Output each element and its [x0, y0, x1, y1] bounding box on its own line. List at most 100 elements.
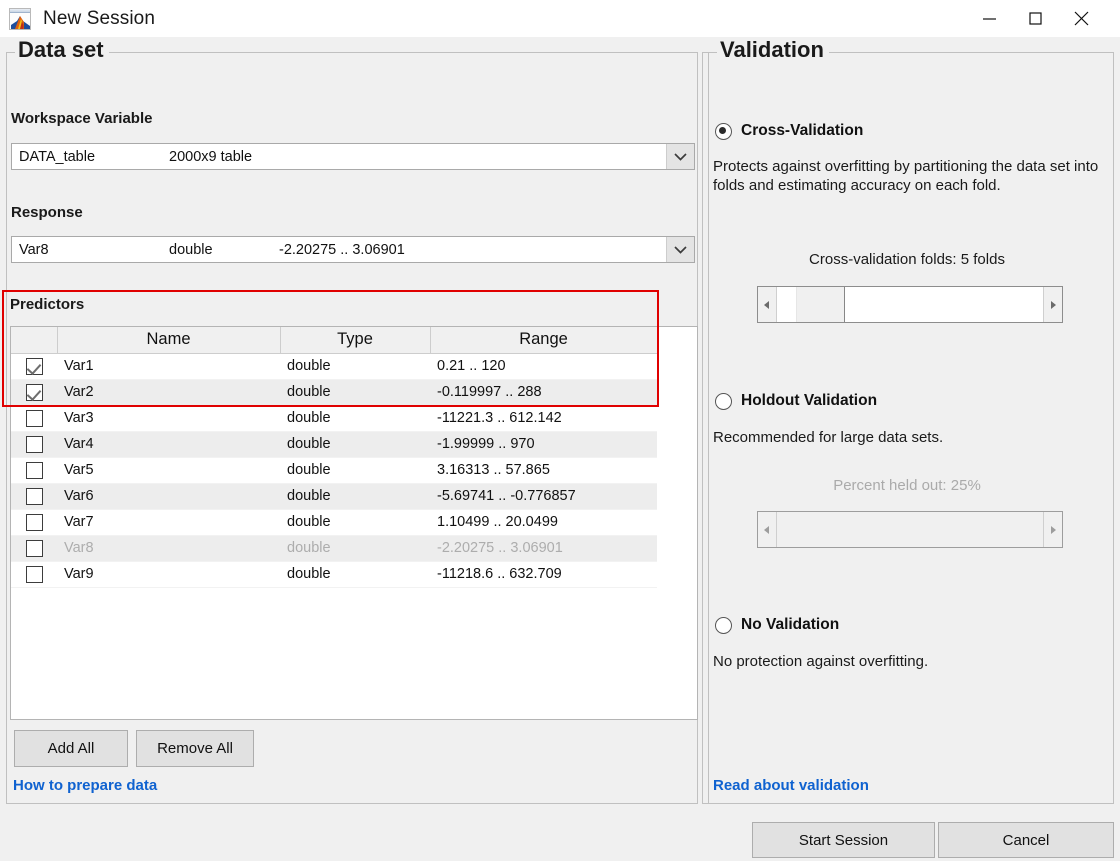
cross-validation-radio[interactable]: [715, 123, 732, 140]
column-header-range[interactable]: Range: [430, 327, 657, 353]
response-type: double: [162, 237, 272, 262]
holdout-percent-slider[interactable]: [757, 511, 1063, 548]
predictor-checkbox[interactable]: [26, 436, 43, 453]
predictor-checkbox-cell[interactable]: [11, 431, 57, 457]
workspace-variable-label: Workspace Variable: [11, 110, 152, 127]
close-icon: [1072, 9, 1091, 28]
predictor-checkbox-cell[interactable]: [11, 483, 57, 509]
no-validation-radio-row[interactable]: No Validation: [715, 616, 839, 634]
table-row[interactable]: Var2double-0.119997 .. 288: [11, 379, 657, 405]
predictor-checkbox[interactable]: [26, 384, 43, 401]
cross-validation-folds-slider[interactable]: [757, 286, 1063, 323]
holdout-percent-caption: Percent held out: 25%: [713, 477, 1101, 494]
predictor-type-cell: double: [280, 509, 430, 535]
no-validation-label: No Validation: [741, 616, 839, 634]
predictor-range-cell: -5.69741 .. -0.776857: [430, 483, 657, 509]
workspace-variable-dropdown-button[interactable]: [666, 144, 694, 169]
predictor-checkbox-cell[interactable]: [11, 353, 57, 379]
response-combobox[interactable]: Var8 double -2.20275 .. 3.06901: [11, 236, 695, 263]
table-row[interactable]: Var4double-1.99999 .. 970: [11, 431, 657, 457]
matlab-logo-icon: [9, 8, 31, 30]
cross-validation-slider-right-button[interactable]: [1043, 287, 1062, 322]
remove-all-button[interactable]: Remove All: [136, 730, 254, 767]
predictor-name-cell: Var2: [57, 379, 280, 405]
predictor-name-cell: Var1: [57, 353, 280, 379]
maximize-icon: [1027, 10, 1044, 27]
response-name: Var8: [12, 237, 162, 262]
holdout-slider-right-button[interactable]: [1043, 512, 1062, 547]
predictor-range-cell: -0.119997 .. 288: [430, 379, 657, 405]
cross-validation-label: Cross-Validation: [741, 122, 863, 140]
holdout-validation-radio[interactable]: [715, 393, 732, 410]
predictors-table-header-row: Name Type Range: [11, 327, 657, 353]
workspace-variable-size: 2000x9 table: [162, 144, 666, 169]
predictor-checkbox[interactable]: [26, 410, 43, 427]
new-session-dialog: New Session Data set Workspace Variable …: [0, 0, 1120, 861]
predictors-table-container[interactable]: Name Type Range Var1double0.21 .. 120Var…: [10, 326, 698, 720]
predictor-name-cell: Var7: [57, 509, 280, 535]
predictor-name-cell: Var5: [57, 457, 280, 483]
holdout-slider-left-button[interactable]: [758, 512, 777, 547]
response-dropdown-button[interactable]: [666, 237, 694, 262]
triangle-left-icon: [763, 300, 771, 310]
predictor-name-cell: Var6: [57, 483, 280, 509]
predictors-table: Name Type Range Var1double0.21 .. 120Var…: [11, 327, 658, 588]
no-validation-radio[interactable]: [715, 617, 732, 634]
cross-validation-slider-track[interactable]: [777, 287, 1043, 322]
workspace-variable-combobox[interactable]: DATA_table 2000x9 table: [11, 143, 695, 170]
table-row[interactable]: Var6double-5.69741 .. -0.776857: [11, 483, 657, 509]
predictor-name-cell: Var3: [57, 405, 280, 431]
holdout-validation-description: Recommended for large data sets.: [713, 428, 1101, 447]
predictor-name-cell: Var9: [57, 561, 280, 587]
predictor-checkbox-cell[interactable]: [11, 379, 57, 405]
triangle-right-icon: [1049, 300, 1057, 310]
table-row[interactable]: Var5double3.16313 .. 57.865: [11, 457, 657, 483]
holdout-validation-radio-row[interactable]: Holdout Validation: [715, 392, 877, 410]
predictor-checkbox[interactable]: [26, 488, 43, 505]
predictor-range-cell: 3.16313 .. 57.865: [430, 457, 657, 483]
table-row[interactable]: Var1double0.21 .. 120: [11, 353, 657, 379]
table-row[interactable]: Var9double-11218.6 .. 632.709: [11, 561, 657, 587]
predictor-checkbox[interactable]: [26, 514, 43, 531]
predictor-range-cell: -11221.3 .. 612.142: [430, 405, 657, 431]
column-header-type[interactable]: Type: [280, 327, 430, 353]
predictor-checkbox-cell[interactable]: [11, 509, 57, 535]
read-about-validation-link[interactable]: Read about validation: [713, 777, 869, 794]
table-row[interactable]: Var7double1.10499 .. 20.0499: [11, 509, 657, 535]
triangle-left-icon: [763, 525, 771, 535]
predictor-checkbox-cell[interactable]: [11, 405, 57, 431]
predictor-range-cell: 0.21 .. 120: [430, 353, 657, 379]
window-title: New Session: [43, 8, 155, 30]
chevron-down-icon: [674, 245, 687, 254]
predictor-range-cell: -2.20275 .. 3.06901: [430, 535, 657, 561]
response-label: Response: [11, 204, 83, 221]
no-validation-description: No protection against overfitting.: [713, 652, 1101, 671]
predictor-checkbox[interactable]: [26, 358, 43, 375]
predictor-checkbox[interactable]: [26, 566, 43, 583]
predictor-range-cell: -1.99999 .. 970: [430, 431, 657, 457]
workspace-variable-name: DATA_table: [12, 144, 162, 169]
cancel-button[interactable]: Cancel: [938, 822, 1114, 858]
predictor-checkbox-cell[interactable]: [11, 457, 57, 483]
cross-validation-slider-left-button[interactable]: [758, 287, 777, 322]
cross-validation-radio-row[interactable]: Cross-Validation: [715, 122, 863, 140]
table-row[interactable]: Var3double-11221.3 .. 612.142: [11, 405, 657, 431]
start-session-button[interactable]: Start Session: [752, 822, 935, 858]
predictor-checkbox-cell[interactable]: [11, 561, 57, 587]
minimize-button[interactable]: [966, 0, 1012, 37]
maximize-button[interactable]: [1012, 0, 1058, 37]
predictor-checkbox-cell[interactable]: [11, 535, 57, 561]
predictor-name-cell: Var4: [57, 431, 280, 457]
table-row[interactable]: Var8double-2.20275 .. 3.06901: [11, 535, 657, 561]
predictors-label: Predictors: [10, 296, 84, 313]
add-all-button[interactable]: Add All: [14, 730, 128, 767]
cross-validation-slider-thumb[interactable]: [795, 287, 845, 322]
cross-validation-description: Protects against overfitting by partitio…: [713, 157, 1101, 195]
validation-panel: Validation Cross-Validation Protects aga…: [708, 52, 1114, 804]
predictor-checkbox[interactable]: [26, 462, 43, 479]
close-button[interactable]: [1058, 0, 1104, 37]
holdout-slider-track[interactable]: [777, 512, 1043, 547]
how-to-prepare-data-link[interactable]: How to prepare data: [13, 777, 157, 794]
column-header-name[interactable]: Name: [57, 327, 280, 353]
predictor-checkbox[interactable]: [26, 540, 43, 557]
